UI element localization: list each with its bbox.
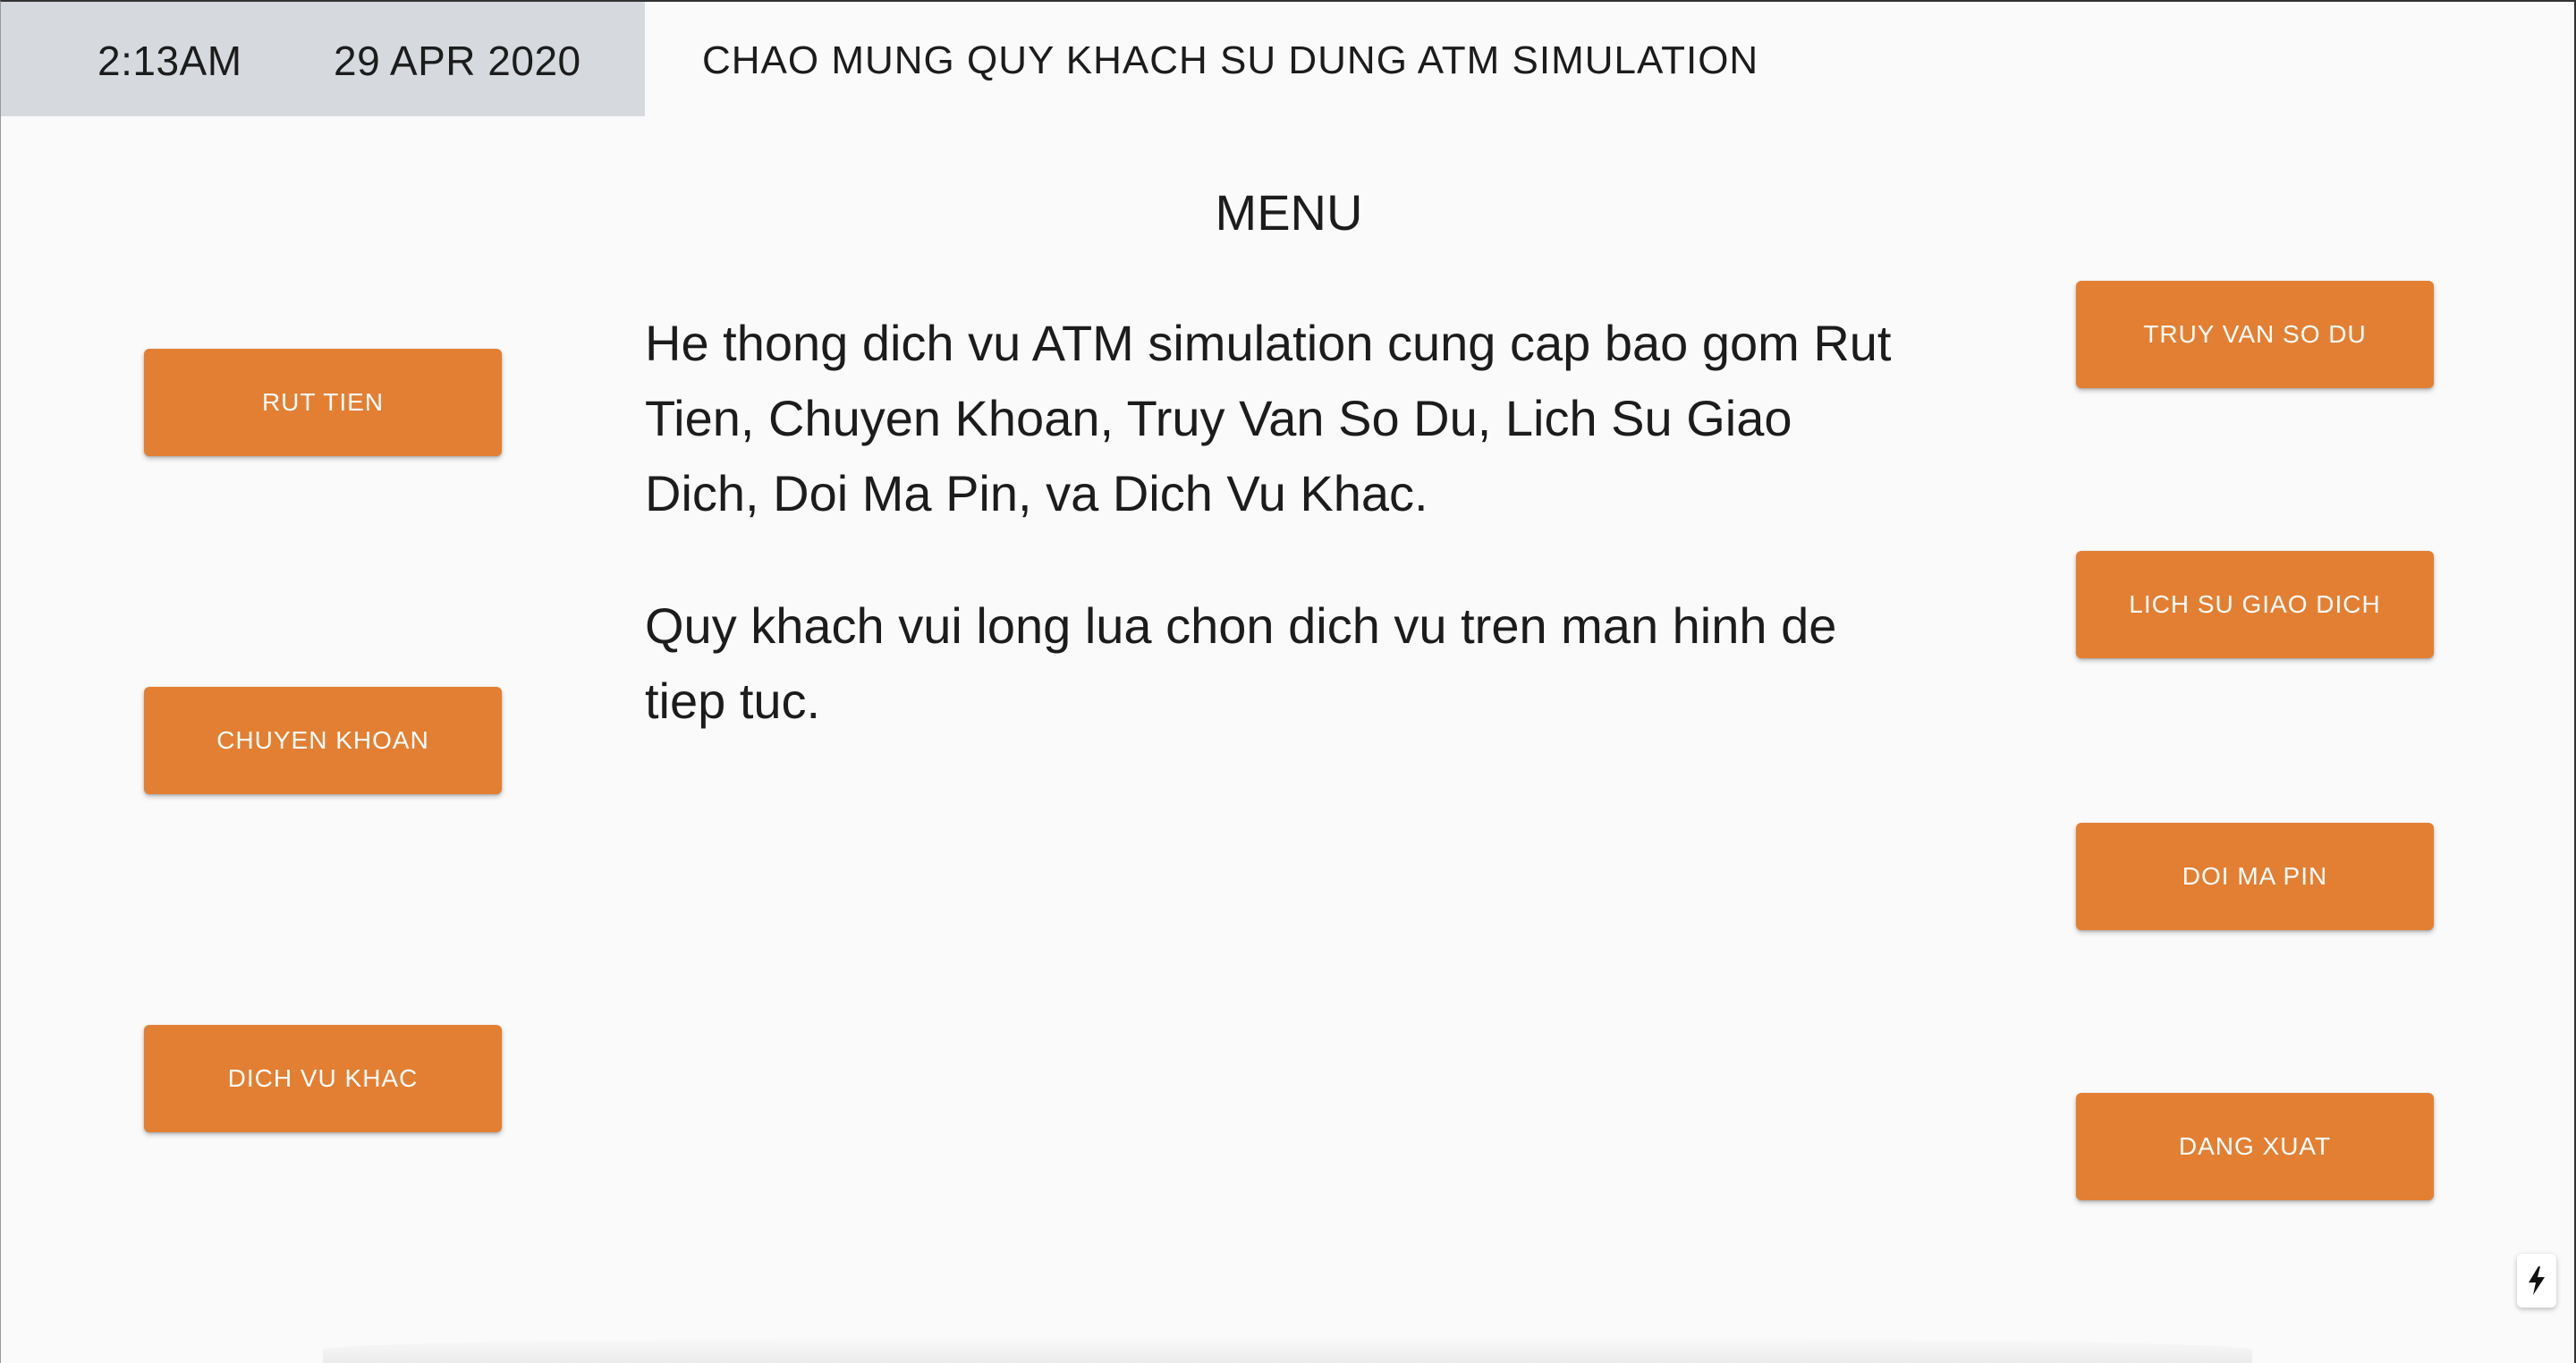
transaction-history-button[interactable]: LICH SU GIAO DICH — [2076, 551, 2434, 658]
instruction-text: Quy khach vui long lua chon dich vu tren… — [645, 597, 1837, 729]
page-title: MENU — [1215, 184, 1363, 241]
transfer-button[interactable]: CHUYEN KHOAN — [144, 687, 502, 794]
lightning-bolt-icon — [2529, 1266, 2545, 1295]
welcome-banner: CHAO MUNG QUY KHACH SU DUNG ATM SIMULATI… — [702, 38, 1759, 82]
clock-panel: 2:13AM 29 APR 2020 — [1, 2, 645, 116]
withdraw-button[interactable]: RUT TIEN — [144, 349, 502, 456]
lightning-bolt-button[interactable] — [2517, 1254, 2556, 1308]
current-date: 29 APR 2020 — [334, 38, 581, 84]
balance-inquiry-button[interactable]: TRUY VAN SO DU — [2076, 281, 2434, 388]
logout-button[interactable]: DANG XUAT — [2076, 1093, 2434, 1200]
services-description: He thong dich vu ATM simulation cung cap… — [645, 315, 1892, 521]
current-time: 2:13AM — [97, 38, 242, 84]
other-services-button[interactable]: DICH VU KHAC — [144, 1025, 502, 1132]
menu-description: He thong dich vu ATM simulation cung cap… — [645, 306, 1915, 796]
atm-screen: 2:13AM 29 APR 2020 CHAO MUNG QUY KHACH S… — [0, 0, 2576, 1363]
change-pin-button[interactable]: DOI MA PIN — [2076, 823, 2434, 930]
bottom-shadow — [323, 1336, 2252, 1363]
